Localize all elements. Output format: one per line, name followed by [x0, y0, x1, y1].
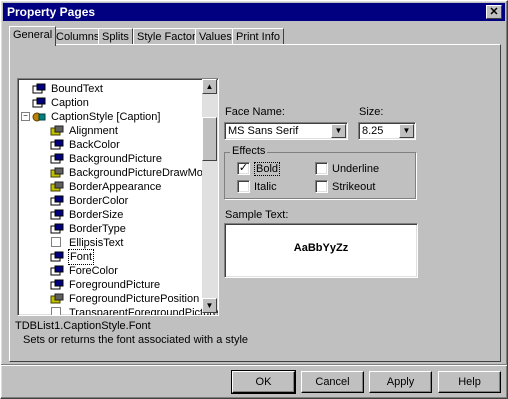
check-icon: ✓: [238, 162, 249, 174]
tab-print-info[interactable]: Print Info: [232, 28, 285, 45]
cancel-button[interactable]: Cancel: [301, 371, 364, 393]
sample-text-box: AaBbYyZz: [224, 223, 418, 278]
property-icon: [50, 139, 64, 151]
property-icon: [50, 209, 64, 221]
property-icon: [32, 97, 46, 109]
chevron-down-icon[interactable]: ▼: [331, 124, 346, 138]
size-combo[interactable]: 8.25 ▼: [358, 122, 416, 140]
property-icon: [32, 83, 46, 95]
checkbox-property-icon: [50, 307, 64, 315]
button-divider: [1, 364, 507, 366]
sample-text: AaBbYyZz: [293, 242, 349, 254]
tab-general[interactable]: General: [9, 26, 57, 46]
property-icon: [50, 279, 64, 291]
size-value: 8.25: [362, 125, 384, 137]
tree-item[interactable]: TransparentForegroundPicture: [18, 305, 218, 315]
collapse-toggle-icon[interactable]: −: [21, 112, 30, 121]
scroll-up-button[interactable]: ▲: [202, 79, 217, 94]
property-path: TDBList1.CaptionStyle.Font: [15, 320, 151, 332]
property-tree[interactable]: BoundText Caption − CaptionStyle [Caption] A…: [17, 78, 219, 316]
bold-checkbox[interactable]: ✓: [237, 162, 250, 175]
property-icon: [50, 223, 64, 235]
tree-scrollbar[interactable]: ▲ ▼: [202, 79, 217, 313]
enum-property-icon: [50, 125, 64, 137]
effects-label: Effects: [230, 145, 268, 157]
size-label: Size:: [359, 106, 384, 118]
help-button[interactable]: Help: [438, 371, 501, 393]
tab-splits[interactable]: Splits: [98, 28, 133, 45]
property-icon: [50, 265, 64, 277]
face-name-label: Face Name:: [225, 106, 285, 118]
italic-checkbox[interactable]: [237, 180, 250, 193]
enum-property-icon: [50, 167, 64, 179]
face-name-combo[interactable]: MS Sans Serif ▼: [224, 122, 348, 140]
title-bar[interactable]: Property Pages ✕: [3, 3, 505, 21]
close-button[interactable]: ✕: [486, 5, 502, 19]
effects-group: Effects ✓ Bold Underline Italic Strikeou…: [224, 145, 416, 199]
sample-text-label: Sample Text:: [225, 209, 289, 221]
tab-values[interactable]: Values: [195, 28, 236, 45]
scroll-down-button[interactable]: ▼: [202, 298, 217, 313]
property-icon: [50, 153, 64, 165]
chevron-down-icon[interactable]: ▼: [399, 124, 414, 138]
tree-item-label: TransparentForegroundPicture: [69, 307, 219, 316]
apply-button[interactable]: Apply: [369, 371, 432, 393]
bold-label[interactable]: Bold: [254, 162, 281, 176]
property-icon: [50, 251, 64, 263]
underline-label[interactable]: Underline: [332, 163, 379, 175]
property-pages-window: Property Pages ✕ General Columns Splits …: [0, 0, 508, 399]
underline-checkbox[interactable]: [315, 162, 328, 175]
scroll-thumb[interactable]: [202, 117, 217, 161]
strikeout-label[interactable]: Strikeout: [332, 181, 375, 193]
ok-button[interactable]: OK: [231, 370, 296, 394]
face-name-value: MS Sans Serif: [228, 125, 299, 137]
enum-property-icon: [50, 181, 64, 193]
checkbox-property-icon: [50, 237, 64, 249]
italic-label[interactable]: Italic: [254, 181, 277, 193]
window-title: Property Pages: [7, 5, 96, 19]
property-description: Sets or returns the font associated with…: [23, 334, 249, 346]
style-object-icon: [32, 111, 46, 123]
property-icon: [50, 195, 64, 207]
strikeout-checkbox[interactable]: [315, 180, 328, 193]
enum-property-icon: [50, 293, 64, 305]
tab-columns[interactable]: Columns: [52, 28, 104, 45]
